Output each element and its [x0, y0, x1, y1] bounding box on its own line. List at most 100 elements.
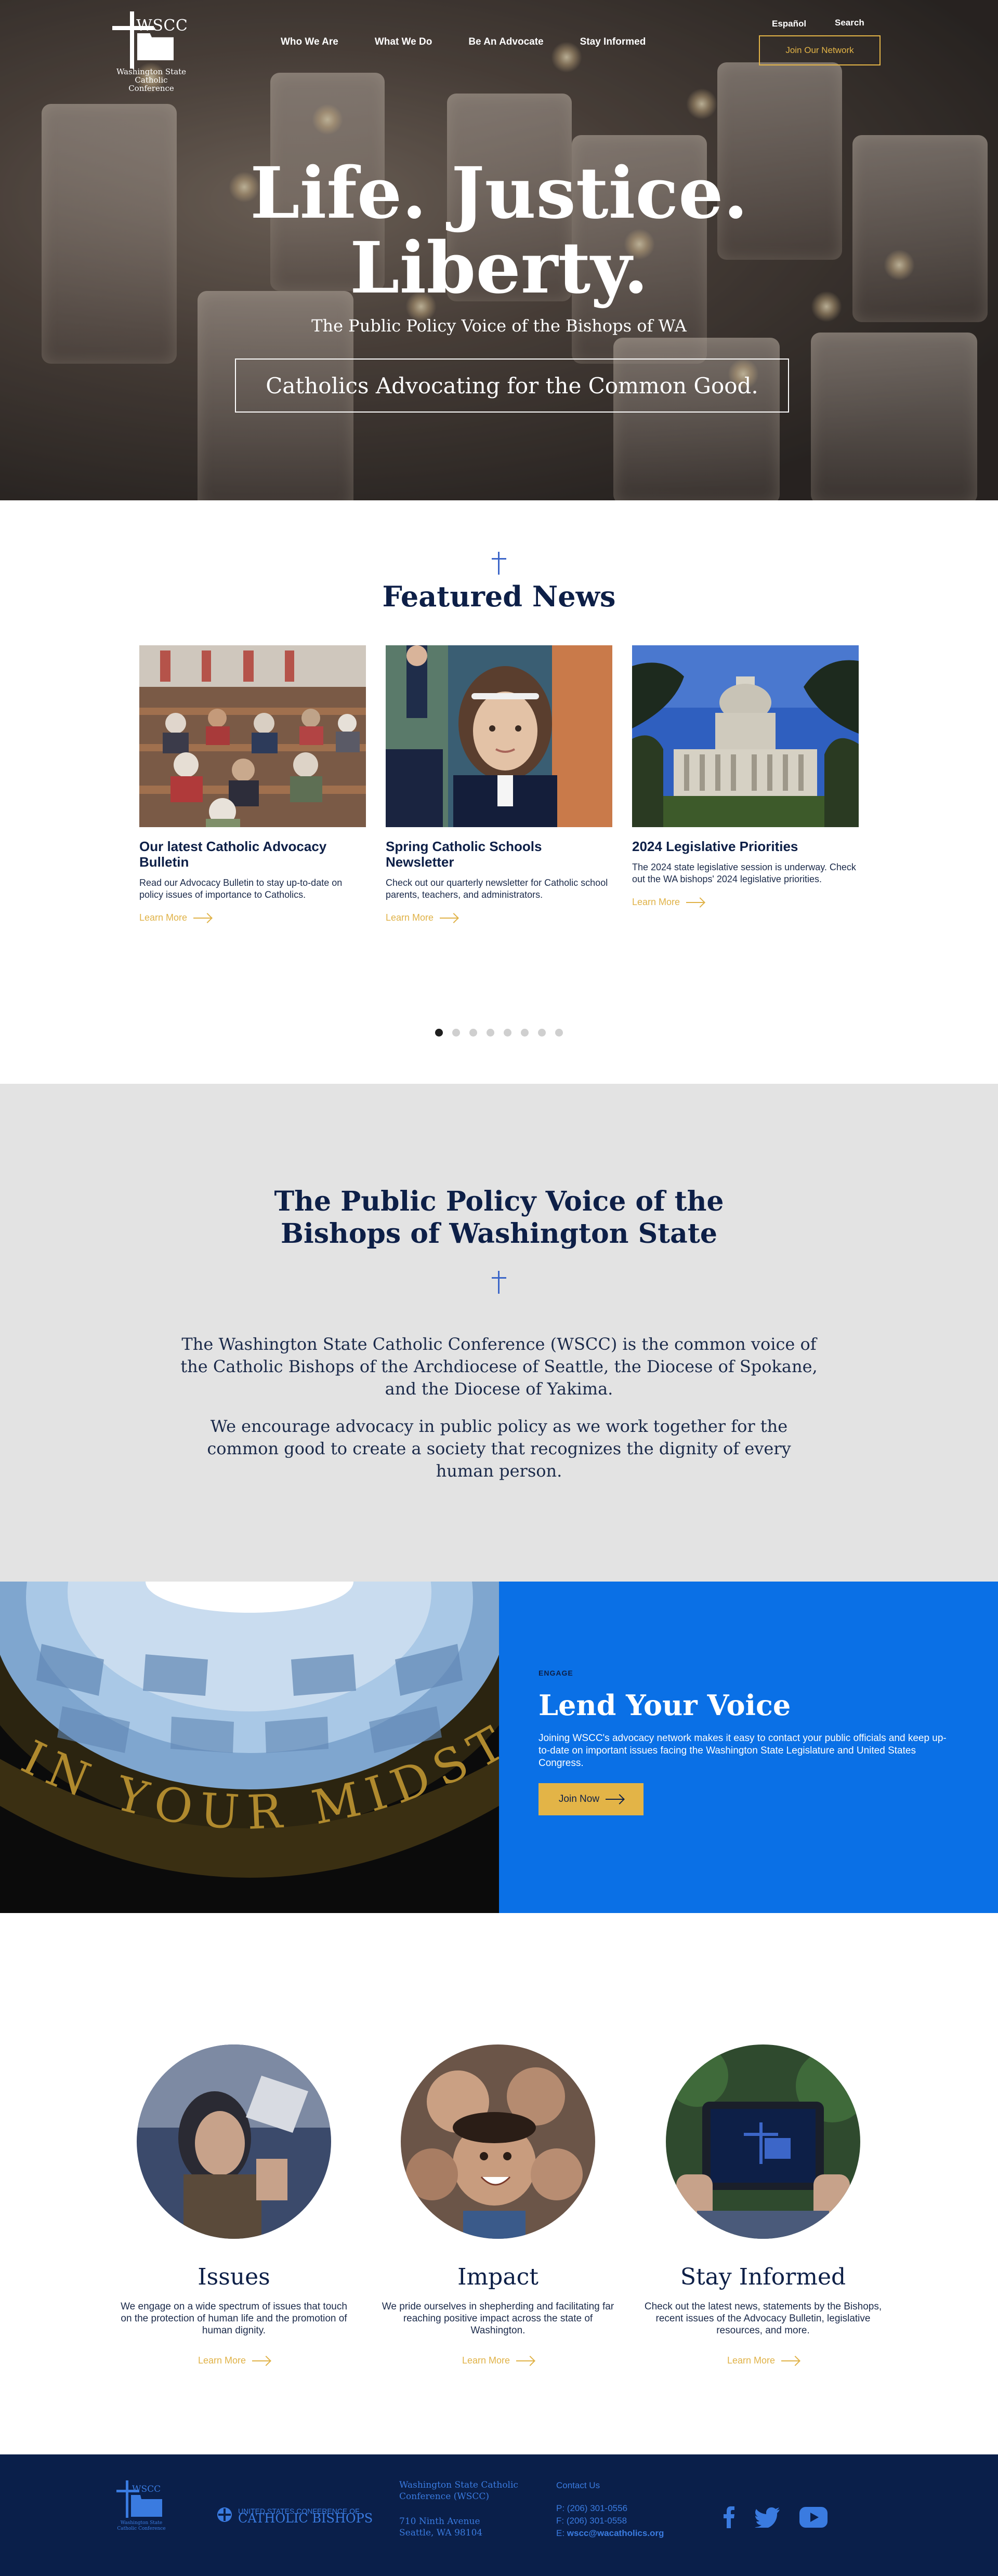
site-footer: WSCC Washington State Catholic Conferenc… [0, 2454, 998, 2576]
hero-subtitle: The Public Policy Voice of the Bishops o… [311, 316, 687, 336]
news-card-title: 2024 Legislative Priorities [632, 839, 798, 854]
student-raising-hand-image [386, 645, 612, 827]
learn-more-link[interactable]: Learn More [644, 2355, 883, 2366]
logo-text: WSCC [136, 17, 188, 35]
footer-phone: P: (206) 301-0556 [556, 2503, 628, 2513]
carousel-dot[interactable] [487, 1029, 494, 1037]
learn-more-label: Learn More [462, 2355, 510, 2366]
learn-more-link[interactable]: Learn More [386, 912, 612, 923]
learn-more-label: Learn More [198, 2355, 246, 2366]
feature-text: Check out the latest news, statements by… [644, 2301, 882, 2336]
logo-subtitle: Washington State Catholic Conference [112, 68, 190, 92]
usccb-logo[interactable]: UNITED STATES CONFERENCE OF CATHOLIC BIS… [216, 2506, 373, 2525]
logo-subtitle-line2: Catholic Conference [128, 75, 174, 93]
arrow-right-icon [516, 2360, 534, 2361]
carousel-dot[interactable] [469, 1029, 477, 1037]
feature-title: Issues [198, 2264, 270, 2290]
nav-who-we-are[interactable]: Who We Are [281, 36, 338, 48]
join-network-button[interactable]: Join Our Network [759, 35, 881, 65]
news-card-text: Read our Advocacy Bulletin to stay up-to… [139, 878, 343, 900]
hero-title-line2: Liberty. [349, 227, 649, 310]
cross-icon [492, 1271, 506, 1294]
usccb-globe-icon [217, 2507, 232, 2522]
feature-text: We engage on a wide spectrum of issues t… [121, 2301, 347, 2336]
carousel-dot[interactable] [555, 1029, 563, 1037]
footer-fax: F: (206) 301-0558 [556, 2516, 627, 2526]
join-now-label: Join Now [558, 1794, 600, 1804]
nav-what-we-do[interactable]: What We Do [375, 36, 432, 48]
carousel-dots [435, 1029, 563, 1037]
nav-be-an-advocate[interactable]: Be An Advocate [468, 36, 543, 48]
facebook-icon[interactable] [724, 2506, 735, 2531]
capitol-building-image [632, 645, 859, 827]
youtube-icon[interactable] [799, 2507, 828, 2530]
feature-impact: Impact We pride ourselves in shepherding… [378, 2044, 618, 2366]
policy-voice-paragraph-2: We encourage advocacy in public policy a… [207, 1416, 791, 1481]
footer-contact-title: Contact Us [556, 2480, 600, 2490]
learn-more-link[interactable]: Learn More [114, 2355, 353, 2366]
news-card[interactable]: Our latest Catholic Advocacy Bulletin Re… [139, 645, 366, 923]
footer-org-line1: Washington State Catholic [399, 2480, 518, 2490]
feature-text: We pride ourselves in shepherding and fa… [382, 2301, 614, 2336]
stay-informed-image [666, 2044, 860, 2239]
feature-title: Stay Informed [680, 2264, 846, 2290]
join-now-button[interactable]: Join Now [539, 1783, 644, 1815]
footer-wscc-logo[interactable]: WSCC Washington State Catholic Conferenc… [115, 2480, 167, 2532]
search-link[interactable]: Search [835, 18, 864, 28]
carousel-dot[interactable] [521, 1029, 529, 1037]
footer-logo-subtitle-line1: Washington State [121, 2520, 162, 2526]
capitol-dome-image: IN YOUR MIDST [0, 1582, 499, 1913]
policy-voice-title-line1: The Public Policy Voice of the [274, 1186, 724, 1217]
arrow-right-icon [606, 1799, 624, 1800]
logo-cross-icon [130, 11, 134, 69]
arrow-right-icon [781, 2360, 799, 2361]
featured-news-title: Featured News [382, 580, 616, 613]
carousel-dot[interactable] [538, 1029, 546, 1037]
learn-more-link[interactable]: Learn More [632, 897, 859, 908]
news-card[interactable]: Spring Catholic Schools Newsletter Check… [386, 645, 612, 923]
learn-more-label: Learn More [139, 912, 188, 923]
learn-more-label: Learn More [632, 897, 680, 907]
footer-org-line2: Conference (WSCC) [399, 2491, 490, 2502]
wscc-logo[interactable]: WSCC Washington State Catholic Conferenc… [112, 11, 190, 92]
washington-state-icon [137, 33, 174, 60]
news-card[interactable]: 2024 Legislative Priorities The 2024 sta… [632, 645, 859, 908]
impact-image [401, 2044, 595, 2239]
policy-voice-title: The Public Policy Voice of the Bishops o… [0, 1186, 998, 1250]
engage-text: Joining WSCC's advocacy network makes it… [539, 1733, 947, 1769]
hero-title-line1: Life. Justice. [250, 152, 748, 235]
twitter-icon[interactable] [755, 2507, 780, 2530]
carousel-dot[interactable] [504, 1029, 511, 1037]
language-link[interactable]: Español [772, 19, 806, 29]
issues-image [137, 2044, 331, 2239]
feature-issues: Issues We engage on a wide spectrum of i… [114, 2044, 353, 2366]
arrow-right-icon [252, 2360, 270, 2361]
church-congregation-image [139, 645, 366, 827]
engage-panel: ENGAGE Lend Your Voice Joining WSCC's ad… [499, 1582, 998, 1913]
arrow-right-icon [440, 917, 458, 919]
engage-label: ENGAGE [539, 1669, 573, 1677]
footer-contact: Contact Us P: (206) 301-0556 F: (206) 30… [556, 2479, 664, 2540]
footer-email-link[interactable]: wscc@wacatholics.org [567, 2528, 664, 2538]
learn-more-link[interactable]: Learn More [139, 912, 366, 923]
engage-section: IN YOUR MIDST ENGAGE Lend Your Voice Joi… [0, 1582, 998, 1913]
policy-voice-section: The Public Policy Voice of the Bishops o… [0, 1084, 998, 1582]
footer-address: Washington State Catholic Conference (WS… [399, 2479, 518, 2539]
feature-stay-informed: Stay Informed Check out the latest news,… [644, 2044, 883, 2366]
policy-voice-paragraph-1: The Washington State Catholic Conference… [180, 1334, 818, 1399]
news-card-text: The 2024 state legislative session is un… [632, 862, 856, 884]
hero-banner: Catholics Advocating for the Common Good… [235, 358, 789, 413]
footer-street: 710 Ninth Avenue [399, 2516, 480, 2527]
learn-more-label: Learn More [727, 2355, 776, 2366]
nav-stay-informed[interactable]: Stay Informed [580, 36, 646, 48]
social-links [724, 2506, 828, 2531]
logo-subtitle-line1: Washington State [116, 67, 187, 76]
arrow-right-icon [193, 917, 212, 919]
policy-voice-title-line2: Bishops of Washington State [281, 1218, 717, 1250]
carousel-dot[interactable] [435, 1029, 443, 1037]
hero-section: WSCC Washington State Catholic Conferenc… [0, 0, 998, 500]
footer-logo-subtitle-line2: Catholic Conference [117, 2526, 165, 2531]
cross-icon [492, 552, 506, 575]
carousel-dot[interactable] [452, 1029, 460, 1037]
learn-more-link[interactable]: Learn More [378, 2355, 618, 2366]
